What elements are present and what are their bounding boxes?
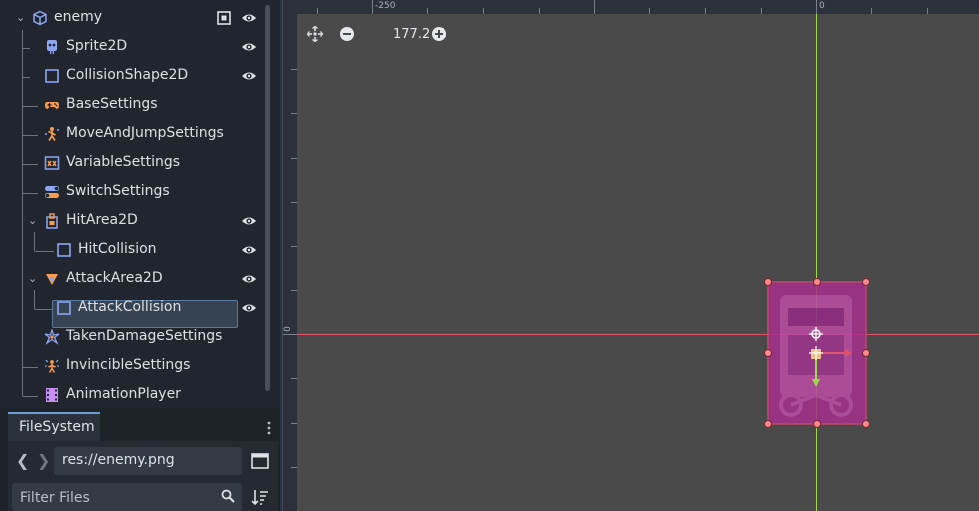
sort-icon[interactable] bbox=[251, 489, 269, 505]
switch-icon bbox=[45, 186, 59, 198]
ruler-label: 0 bbox=[819, 1, 825, 11]
tree-item-collisionshape2d[interactable]: CollisionShape2D bbox=[8, 62, 262, 91]
dock-menu-icon[interactable] bbox=[266, 420, 272, 436]
area2d-icon bbox=[46, 213, 58, 229]
chevron-down-icon[interactable]: ⌄ bbox=[28, 272, 40, 286]
damage-icon bbox=[44, 329, 60, 345]
tree-item-sprite2d[interactable]: Sprite2D bbox=[8, 33, 262, 62]
visibility-eye-icon[interactable] bbox=[241, 41, 257, 53]
search-icon bbox=[221, 489, 235, 503]
tree-item-label: MoveAndJumpSettings bbox=[66, 125, 224, 141]
canvas-drawing bbox=[297, 14, 979, 511]
ruler-corner bbox=[283, 0, 297, 14]
visibility-eye-icon[interactable] bbox=[241, 302, 257, 314]
move-jump-icon bbox=[45, 127, 59, 141]
tree-scrollbar[interactable] bbox=[265, 5, 270, 391]
tree-item-hitcollision[interactable]: HitCollision bbox=[8, 236, 262, 265]
visibility-eye-icon[interactable] bbox=[241, 244, 257, 256]
tree-item-hitarea2d[interactable]: ⌄ HitArea2D bbox=[8, 207, 262, 236]
tree-item-invinciblesettings[interactable]: InvincibleSettings bbox=[8, 352, 262, 381]
tree-item-variablesettings[interactable]: VariableSettings bbox=[8, 149, 262, 178]
tree-item-moveandjumpsettings[interactable]: MoveAndJumpSettings bbox=[8, 120, 262, 149]
scene-tree[interactable]: ⌄ enemy Sprite2D CollisionShape2D BaseSe… bbox=[8, 4, 262, 404]
path-text: res://enemy.png bbox=[62, 452, 175, 468]
tab-filesystem[interactable]: FileSystem bbox=[8, 412, 100, 441]
tree-item-enemy[interactable]: ⌄ enemy bbox=[8, 4, 262, 33]
chevron-down-icon[interactable]: ⌄ bbox=[28, 214, 40, 228]
ruler-label: 0 bbox=[283, 326, 293, 332]
tree-item-label: HitCollision bbox=[78, 241, 157, 257]
visibility-eye-icon[interactable] bbox=[241, 215, 257, 227]
back-arrow-icon[interactable]: ❮ bbox=[16, 451, 29, 470]
tree-item-label: AttackCollision bbox=[78, 299, 182, 315]
tree-item-attackarea2d[interactable]: ⌄ AttackArea2D bbox=[8, 265, 262, 294]
tab-label: FileSystem bbox=[19, 419, 95, 435]
visibility-eye-icon[interactable] bbox=[241, 273, 257, 285]
filter-files-input[interactable] bbox=[18, 487, 212, 509]
tree-item-takendamagesettings[interactable]: TakenDamageSettings bbox=[8, 323, 262, 352]
tree-item-label: AttackArea2D bbox=[66, 270, 163, 286]
animationplayer-icon bbox=[46, 388, 58, 402]
tree-item-label: InvincibleSettings bbox=[66, 357, 191, 373]
chevron-down-icon[interactable]: ⌄ bbox=[16, 11, 28, 25]
gamepad-icon bbox=[45, 102, 59, 109]
visibility-eye-icon[interactable] bbox=[241, 12, 257, 24]
tree-item-label: SwitchSettings bbox=[66, 183, 170, 199]
filter-files-field[interactable] bbox=[12, 483, 242, 511]
filesystem-body: ❮ ❯ res://enemy.png bbox=[8, 441, 278, 511]
tree-item-label: Sprite2D bbox=[66, 38, 128, 54]
scene-tree-panel: ⌄ enemy Sprite2D CollisionShape2D BaseSe… bbox=[0, 0, 280, 408]
filesystem-dock: FileSystem ❮ ❯ res://enemy.png bbox=[0, 408, 280, 511]
zoom-out-icon[interactable] bbox=[339, 26, 355, 42]
ruler-label: -250 bbox=[375, 1, 396, 11]
tree-item-label: enemy bbox=[54, 9, 103, 25]
path-field[interactable]: res://enemy.png bbox=[54, 447, 242, 475]
tree-item-switchsettings[interactable]: SwitchSettings bbox=[8, 178, 262, 207]
node2d-icon bbox=[33, 10, 47, 26]
visibility-eye-icon[interactable] bbox=[241, 70, 257, 82]
collisionshape2d-icon bbox=[57, 243, 71, 257]
tree-item-animationplayer[interactable]: AnimationPlayer bbox=[8, 381, 262, 404]
variable-icon bbox=[44, 156, 60, 170]
collisionshape2d-icon bbox=[57, 301, 71, 315]
tree-item-basesettings[interactable]: BaseSettings bbox=[8, 91, 262, 120]
canvas-viewport[interactable]: -250 0 0 177.2 % bbox=[283, 0, 979, 511]
tree-item-label: CollisionShape2D bbox=[66, 67, 189, 83]
sprite2d-icon bbox=[47, 40, 57, 54]
ruler-vertical[interactable]: 0 bbox=[283, 0, 297, 511]
area2d-icon bbox=[46, 274, 58, 285]
forward-arrow-icon[interactable]: ❯ bbox=[37, 451, 50, 470]
ruler-horizontal[interactable]: -250 0 bbox=[283, 0, 979, 14]
tree-item-label: BaseSettings bbox=[66, 96, 158, 112]
split-view-icon[interactable] bbox=[251, 453, 269, 469]
invincible-icon bbox=[45, 359, 59, 373]
tree-item-label: AnimationPlayer bbox=[66, 386, 181, 402]
node-settings-icon[interactable] bbox=[217, 11, 231, 25]
tree-item-label: VariableSettings bbox=[66, 154, 181, 170]
zoom-in-icon[interactable] bbox=[431, 26, 447, 42]
tree-item-label: TakenDamageSettings bbox=[66, 328, 223, 344]
tree-item-attackcollision[interactable]: AttackCollision bbox=[8, 294, 262, 323]
tree-item-label: HitArea2D bbox=[66, 212, 138, 228]
center-view-icon[interactable] bbox=[307, 26, 323, 42]
collisionshape2d-icon bbox=[45, 69, 59, 83]
